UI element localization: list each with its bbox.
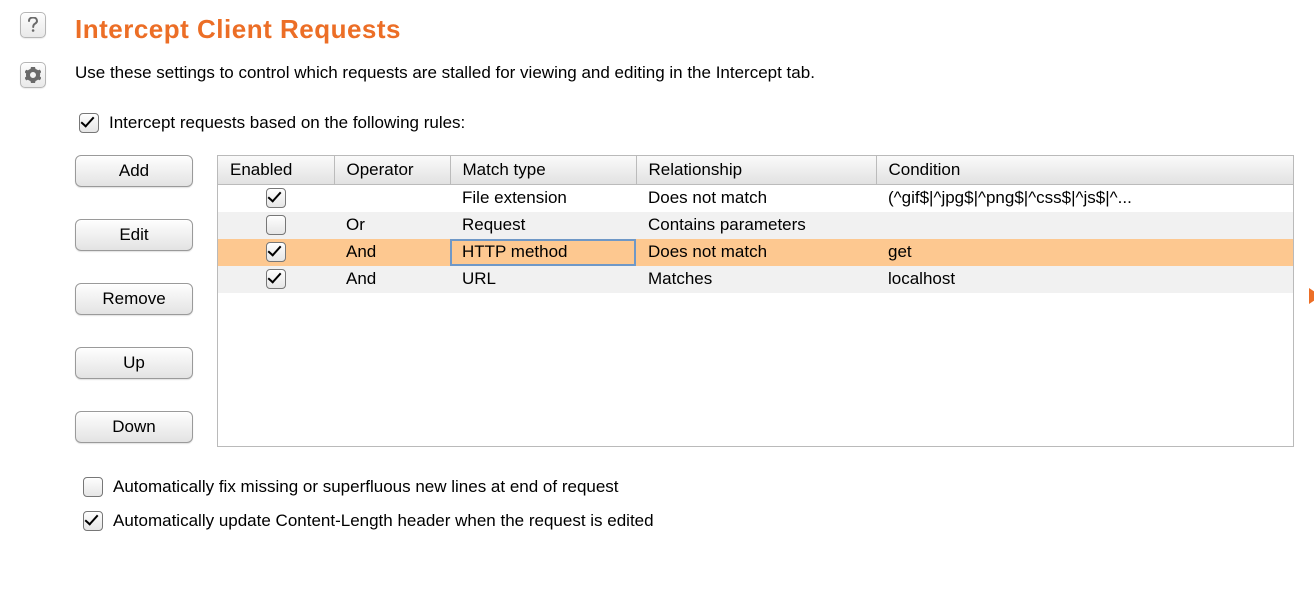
table-row[interactable]: AndHTTP methodDoes not matchget (218, 239, 1293, 266)
row-condition-cell[interactable]: (^gif$|^jpg$|^png$|^css$|^js$|^... (876, 185, 1293, 212)
row-operator-cell[interactable]: And (334, 239, 450, 266)
row-match-type-cell[interactable]: Request (450, 212, 636, 239)
row-condition-cell[interactable]: localhost (876, 266, 1293, 293)
page-description: Use these settings to control which requ… (75, 63, 1294, 83)
row-match-type-cell[interactable]: File extension (450, 185, 636, 212)
col-match-type[interactable]: Match type (450, 156, 636, 185)
row-enabled-cell[interactable] (218, 185, 334, 212)
row-relationship-cell[interactable]: Does not match (636, 185, 876, 212)
intercept-rules-checkbox[interactable] (79, 113, 99, 133)
col-enabled[interactable]: Enabled (218, 156, 334, 185)
row-relationship-cell[interactable]: Contains parameters (636, 212, 876, 239)
add-button[interactable]: Add (75, 155, 193, 187)
row-condition-cell[interactable]: get (876, 239, 1293, 266)
row-operator-cell[interactable]: Or (334, 212, 450, 239)
row-match-type-cell[interactable]: HTTP method (450, 239, 636, 266)
table-row[interactable]: OrRequestContains parameters (218, 212, 1293, 239)
row-operator-cell[interactable]: And (334, 266, 450, 293)
table-row[interactable]: AndURLMatcheslocalhost (218, 266, 1293, 293)
col-operator[interactable]: Operator (334, 156, 450, 185)
row-match-type-cell[interactable]: URL (450, 266, 636, 293)
row-enabled-checkbox[interactable] (266, 188, 286, 208)
edit-button[interactable]: Edit (75, 219, 193, 251)
scroll-indicator-icon[interactable] (1309, 288, 1314, 304)
gear-icon[interactable] (20, 62, 46, 88)
auto-fix-newlines-checkbox[interactable] (83, 477, 103, 497)
row-enabled-cell[interactable] (218, 212, 334, 239)
rules-table[interactable]: Enabled Operator Match type Relationship… (217, 155, 1294, 447)
row-condition-cell[interactable] (876, 212, 1293, 239)
row-enabled-checkbox[interactable] (266, 242, 286, 262)
remove-button[interactable]: Remove (75, 283, 193, 315)
row-enabled-cell[interactable] (218, 266, 334, 293)
intercept-rules-label: Intercept requests based on the followin… (109, 113, 465, 133)
auto-content-length-label: Automatically update Content-Length head… (113, 511, 654, 531)
down-button[interactable]: Down (75, 411, 193, 443)
row-enabled-checkbox[interactable] (266, 269, 286, 289)
row-operator-cell[interactable] (334, 185, 450, 212)
row-enabled-checkbox[interactable] (266, 215, 286, 235)
up-button[interactable]: Up (75, 347, 193, 379)
auto-content-length-checkbox[interactable] (83, 511, 103, 531)
table-row[interactable]: File extensionDoes not match(^gif$|^jpg$… (218, 185, 1293, 212)
help-icon[interactable] (20, 12, 46, 38)
row-relationship-cell[interactable]: Matches (636, 266, 876, 293)
row-enabled-cell[interactable] (218, 239, 334, 266)
page-title: Intercept Client Requests (75, 14, 1294, 45)
auto-fix-newlines-label: Automatically fix missing or superfluous… (113, 477, 619, 497)
row-relationship-cell[interactable]: Does not match (636, 239, 876, 266)
col-condition[interactable]: Condition (876, 156, 1293, 185)
col-relationship[interactable]: Relationship (636, 156, 876, 185)
